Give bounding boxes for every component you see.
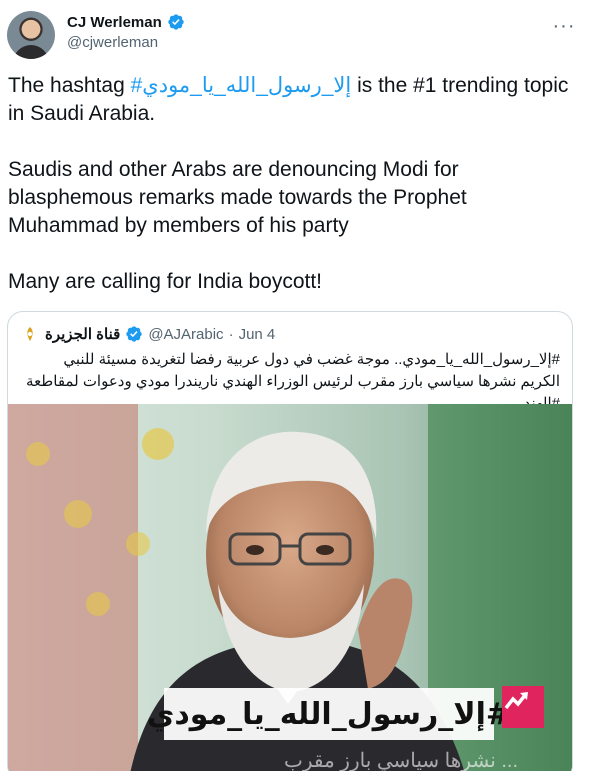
media-caption: #إلا_رسول_الله_يا_مودي: [147, 688, 511, 740]
author-avatar[interactable]: [7, 11, 55, 59]
quoted-display-name[interactable]: قناة الجزيرة: [45, 325, 120, 343]
tweet-text-prefix: The hashtag: [8, 74, 131, 97]
tweet-paragraph-1: The hashtag #إلا_رسول_الله_يا_مودي is th…: [8, 72, 573, 128]
verified-badge-icon: [168, 14, 184, 30]
media-bottom-text: ... نشرها سياسي بارز مقرب: [284, 750, 518, 771]
separator-dot: ·: [228, 325, 234, 343]
quoted-media-image[interactable]: #إلا_رسول_الله_يا_مودي ... نشرها سياسي ب…: [8, 404, 572, 771]
quoted-tweet-header: قناة الجزيرة @AJArabic · Jun 4: [20, 324, 275, 344]
author-handle[interactable]: @cjwerleman: [67, 34, 185, 51]
trending-arrow-icon: [502, 686, 544, 728]
author-name-block[interactable]: CJ Werleman @cjwerleman: [67, 13, 185, 51]
tweet-paragraph-3: Many are calling for India boycott!: [8, 270, 322, 293]
quoted-date[interactable]: Jun 4: [239, 326, 276, 343]
quoted-handle[interactable]: @AJArabic: [148, 326, 223, 343]
tweet: CJ Werleman @cjwerleman ··· The hashtag …: [0, 0, 589, 771]
al-jazeera-logo-icon[interactable]: [20, 324, 40, 344]
author-display-name[interactable]: CJ Werleman: [67, 14, 162, 31]
tweet-header: CJ Werleman @cjwerleman ···: [7, 8, 582, 64]
more-horizontal-icon[interactable]: ···: [552, 14, 576, 38]
verified-badge-icon: [126, 326, 142, 342]
quoted-tweet[interactable]: قناة الجزيرة @AJArabic · Jun 4 #إلا_رسول…: [7, 311, 573, 771]
tweet-paragraph-2: Saudis and other Arabs are denouncing Mo…: [8, 158, 467, 237]
tweet-body: The hashtag #إلا_رسول_الله_يا_مودي is th…: [8, 72, 573, 296]
hashtag-link[interactable]: #إلا_رسول_الله_يا_مودي: [131, 74, 352, 97]
